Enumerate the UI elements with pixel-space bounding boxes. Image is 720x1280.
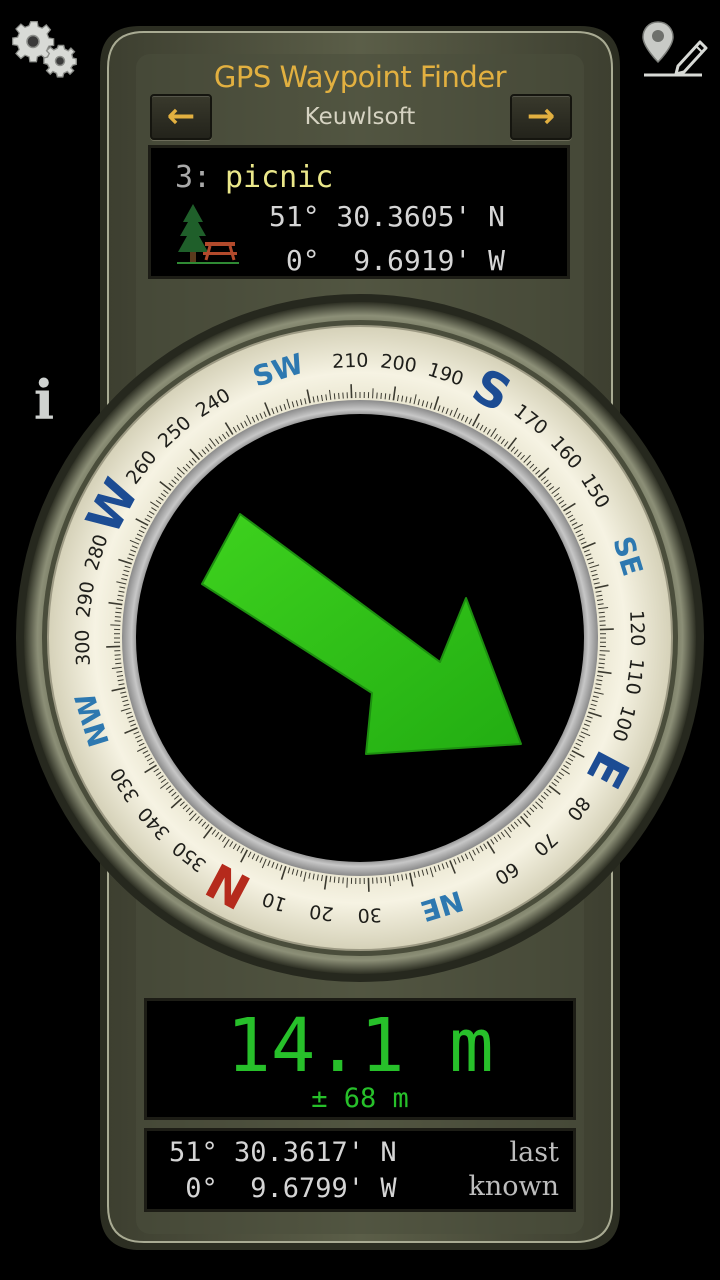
compass-tick — [114, 620, 121, 622]
compass-tick — [376, 392, 378, 399]
compass-tick — [115, 662, 122, 665]
compass-tick — [599, 658, 606, 660]
compass-tick — [350, 384, 353, 399]
compass-tick — [380, 877, 382, 884]
waypoint-index: 3: — [175, 160, 212, 195]
tree-picnic-table-icon — [177, 204, 239, 264]
compass-tick — [599, 628, 614, 631]
compass-tick — [338, 392, 340, 399]
compass-degree-label: 120 — [625, 610, 648, 647]
location-status-line2: known — [468, 1171, 559, 1202]
compass-tick — [110, 624, 121, 626]
distance-accuracy: ± 68 m — [311, 1083, 409, 1114]
compass-tick — [333, 876, 336, 883]
compass-degree-label: 20 — [308, 900, 335, 925]
compass-tick — [367, 877, 370, 892]
compass-tick — [342, 392, 344, 399]
info-button[interactable]: i — [26, 370, 62, 430]
waypoint-latitude: 51° 30.3605' N — [269, 200, 506, 233]
app-subtitle: Keuwlsoft — [304, 104, 416, 130]
compass-tick — [598, 611, 605, 614]
compass-tick — [106, 645, 121, 648]
compass-tick — [599, 620, 606, 622]
map-pin-pencil-icon[interactable] — [640, 20, 708, 80]
compass-tick — [114, 658, 121, 660]
previous-waypoint-button[interactable]: ← — [150, 94, 212, 140]
compass-tick — [372, 388, 374, 399]
distance-value: 14.1 m — [226, 1003, 494, 1089]
app-screen: 10 20 30 60 70 80 100 110 120 150 160 170 190 200 210 2… — [0, 0, 720, 1280]
compass-degree-label: 300 — [72, 629, 95, 666]
compass-tick — [384, 876, 387, 883]
current-latitude: 51° 30.3617' N — [169, 1137, 397, 1168]
compass-tick — [384, 393, 387, 400]
compass-tick — [599, 654, 606, 656]
app-title: GPS Waypoint Finder — [213, 60, 507, 94]
compass-tick — [598, 662, 605, 665]
current-location-panel: 51° 30.3617' N 0° 9.6799' W last known — [144, 1128, 576, 1212]
compass-tick — [342, 877, 344, 884]
compass-tick — [115, 611, 122, 614]
compass-tick — [599, 650, 610, 652]
compass-tick — [376, 877, 378, 884]
compass-tick — [380, 392, 382, 399]
compass-degree-label: 210 — [332, 350, 369, 373]
compass-tick — [114, 616, 121, 618]
compass-tick — [338, 877, 340, 884]
waypoint-longitude: 0° 9.6919' W — [269, 244, 506, 277]
compass-degree-label: 30 — [357, 903, 382, 926]
current-longitude: 0° 9.6799' W — [169, 1173, 397, 1204]
next-waypoint-button[interactable]: → — [510, 94, 572, 140]
distance-panel: 14.1 m ± 68 m — [144, 998, 576, 1120]
settings-gears-icon[interactable] — [10, 12, 80, 78]
waypoint-panel[interactable]: 3: picnic 51° 30.3605' N 0° 9.6919' W — [148, 145, 570, 279]
compass-tick — [333, 393, 336, 400]
waypoint-name: picnic — [225, 160, 334, 195]
compass-tick — [599, 616, 606, 618]
compass-tick — [346, 877, 348, 888]
compass-tick — [114, 654, 121, 656]
location-status-line1: last — [509, 1137, 559, 1168]
